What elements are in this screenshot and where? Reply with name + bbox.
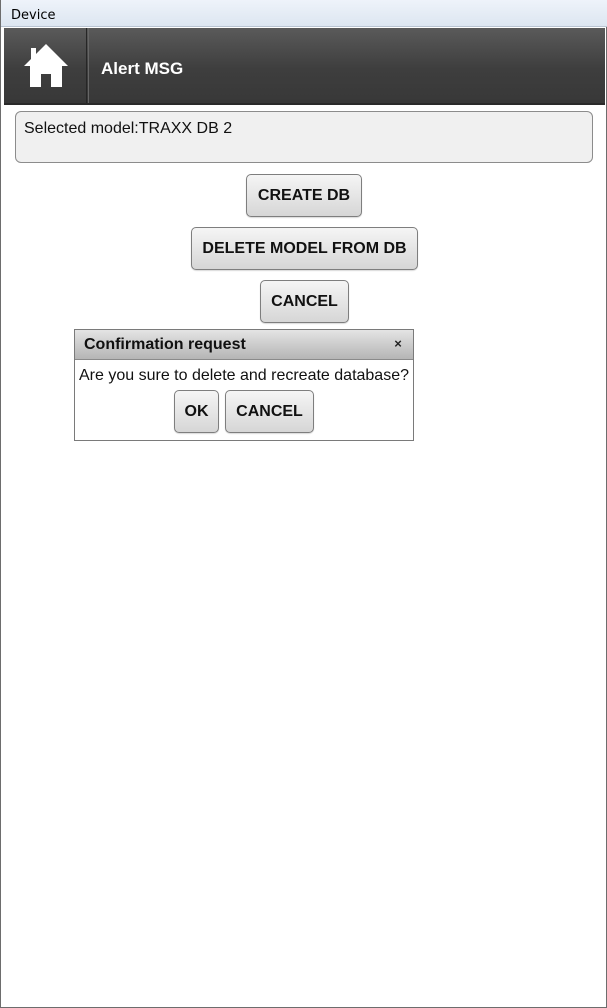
dialog-title: Confirmation request [84,336,246,353]
dialog-header: Confirmation request × [75,330,413,360]
dialog-cancel-button[interactable]: CANCEL [225,390,314,433]
cancel-button[interactable]: CANCEL [260,280,349,323]
confirmation-dialog: Confirmation request × Are you sure to d… [74,329,414,441]
ok-button[interactable]: OK [174,390,219,433]
home-button[interactable] [4,28,87,103]
window-titlebar: Device [1,0,607,27]
home-icon [24,44,68,87]
close-icon[interactable]: × [391,336,405,352]
dialog-message: Are you sure to delete and recreate data… [79,367,409,384]
create-db-button[interactable]: CREATE DB [246,174,362,217]
selected-model-field: Selected model:TRAXX DB 2 [15,111,593,163]
window-title: Device [11,8,56,23]
app-window: Device Alert MSG Selected model:TRAXX DB… [0,0,607,1008]
header-divider [88,28,89,103]
page-title: Alert MSG [101,59,184,78]
app-header: Alert MSG [4,28,605,105]
delete-model-button[interactable]: DELETE MODEL FROM DB [191,227,418,270]
